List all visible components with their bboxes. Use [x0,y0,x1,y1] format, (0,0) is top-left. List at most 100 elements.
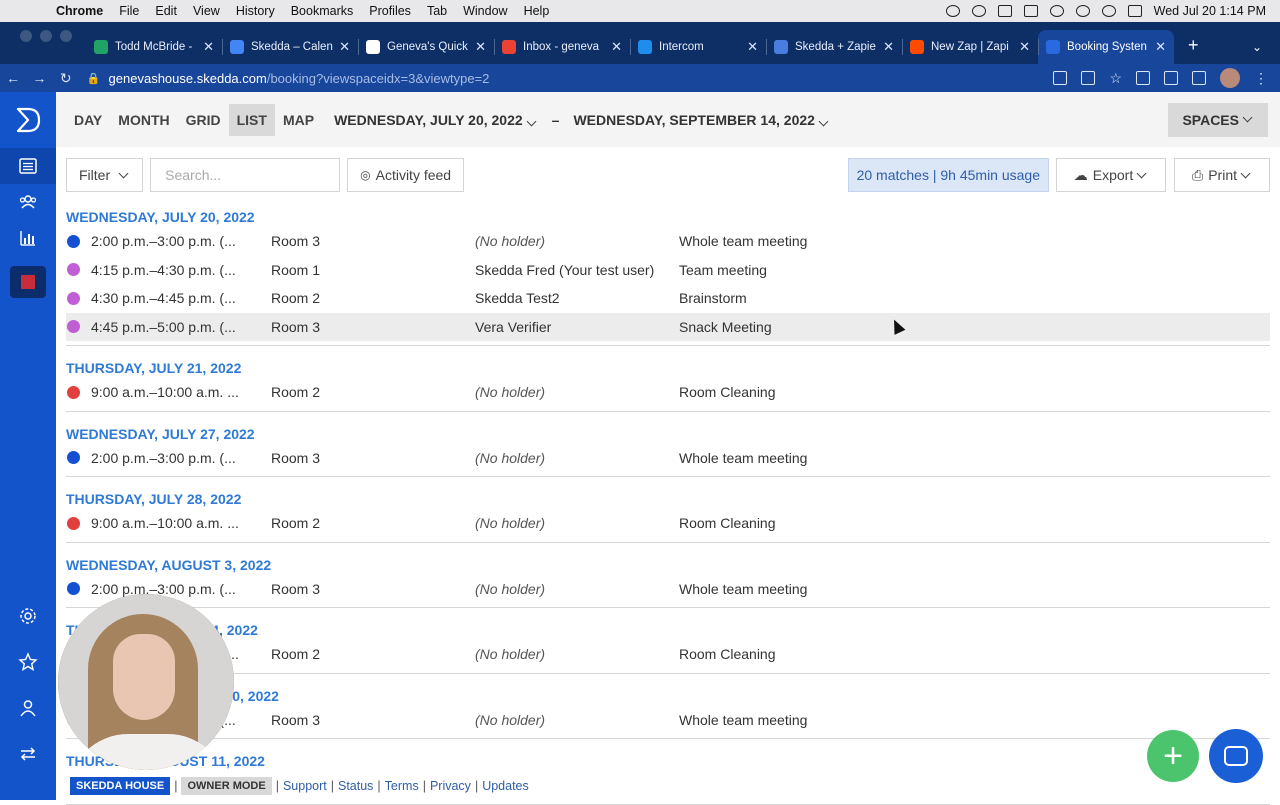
install-app-icon[interactable] [1053,71,1068,85]
menu-history[interactable]: History [228,4,283,18]
booking-holder: (No holder) [475,515,546,532]
menu-view[interactable]: View [185,4,228,18]
mode-badge[interactable]: OWNER MODE [181,777,272,795]
doc-favicon-icon [366,40,380,54]
menu-window[interactable]: Window [455,4,515,18]
booking-row[interactable]: 2:00 p.m.–3:00 p.m. (...Room 3(No holder… [66,444,1270,473]
browser-tab-active[interactable]: Booking Systen ✕ [1038,30,1174,64]
browser-tab[interactable]: Inbox - geneva ✕ [494,30,630,64]
view-grid-button[interactable]: GRID [178,104,229,136]
switch-arrows-icon[interactable] [0,736,56,772]
puzzle-extensions-icon[interactable] [1164,71,1179,85]
menu-app-name[interactable]: Chrome [48,4,111,18]
browser-tab[interactable]: Todd McBride - ✕ [86,30,222,64]
updates-link[interactable]: Updates [482,779,529,793]
view-map-button[interactable]: MAP [275,104,322,136]
settings-gear-icon[interactable] [0,598,56,634]
spotlight-search-icon[interactable] [1101,5,1116,17]
forward-arrow-icon[interactable]: → [26,70,52,86]
booking-row[interactable]: 2:00 p.m.–3:00 p.m. (...Room 3(No holder… [66,706,1270,735]
skedda-logo-icon[interactable] [0,92,56,148]
view-list-button[interactable]: LIST [228,103,275,136]
close-window-button[interactable] [20,30,32,42]
browser-tab[interactable]: Skedda + Zapie ✕ [766,30,902,64]
close-tab-icon[interactable]: ✕ [339,39,350,55]
accessibility-status-icon[interactable] [971,5,986,17]
start-date-picker[interactable]: WEDNESDAY, JULY 20, 2022 [334,112,538,128]
terms-link[interactable]: Terms [385,779,419,793]
chat-support-button[interactable] [1209,729,1263,783]
browser-tab[interactable]: Skedda – Calen ✕ [222,30,358,64]
favorites-star-icon[interactable] [0,644,56,680]
booking-row[interactable]: 2:00 p.m.–3:00 p.m. (...Room 3(No holder… [66,575,1270,604]
browser-tab[interactable]: Geneva's Quick ✕ [358,30,494,64]
bookmark-star-icon[interactable]: ☆ [1109,70,1122,87]
address-bar[interactable]: 🔒 genevashouse.skedda.com/booking?viewsp… [87,66,1054,90]
battery-icon[interactable] [1023,5,1038,17]
extension-status-icon[interactable] [945,5,960,17]
booking-row[interactable]: 9:00 a.m.–10:00 a.m. ...Room 2(No holder… [66,640,1270,669]
user-profile-icon[interactable] [0,690,56,726]
chat-icon [1224,746,1248,766]
browser-tab[interactable]: Intercom ✕ [630,30,766,64]
print-button[interactable]: ⎙ Print [1174,158,1270,192]
record-stop-icon[interactable] [10,266,46,298]
close-tab-icon[interactable]: ✕ [883,39,894,55]
control-center-icon[interactable] [1127,5,1142,17]
footer-separator: | [377,779,381,793]
filter-button[interactable]: Filter [66,158,144,192]
search-input[interactable] [150,158,341,192]
view-day-button[interactable]: DAY [66,104,110,136]
bluetooth-icon[interactable] [997,5,1012,17]
close-tab-icon[interactable]: ✕ [203,39,214,55]
menu-help[interactable]: Help [516,4,558,18]
export-button[interactable]: ☁ Export [1056,158,1166,192]
booking-row[interactable]: 9:00 a.m.–10:00 a.m. ...Room 2(No holder… [66,509,1270,538]
menu-edit[interactable]: Edit [147,4,185,18]
view-month-button[interactable]: MONTH [110,104,177,136]
booking-row[interactable]: 2:00 p.m.–3:00 p.m. (...Room 3(No holder… [66,227,1270,256]
booking-space: Room 2 [271,515,321,532]
booking-row[interactable]: 9:00 a.m.–10:00 a.m. ...Room 2(No holder… [66,378,1270,407]
reload-icon[interactable]: ↻ [53,70,79,87]
venue-badge[interactable]: SKEDDA HOUSE [70,777,171,795]
close-tab-icon[interactable]: ✕ [475,39,486,55]
tab-search-chevron-icon[interactable]: ⌄ [1252,40,1280,64]
booking-row[interactable]: 4:15 p.m.–4:30 p.m. (... Room 1 Skedda Fre… [66,256,1270,285]
booking-title: Whole team meeting [679,233,808,250]
activity-feed-button[interactable]: ◎ Activity feed [347,158,465,192]
close-tab-icon[interactable]: ✕ [747,39,758,55]
menu-bookmarks[interactable]: Bookmarks [283,4,362,18]
status-link[interactable]: Status [338,779,373,793]
users-icon[interactable] [0,184,56,220]
list-view-icon[interactable] [0,148,56,184]
browser-tab[interactable]: New Zap | Zapi ✕ [902,30,1038,64]
privacy-link[interactable]: Privacy [430,779,471,793]
support-link[interactable]: Support [283,779,327,793]
chrome-menu-icon[interactable]: ⋮ [1254,70,1268,87]
end-date-picker[interactable]: WEDNESDAY, SEPTEMBER 14, 2022 [573,112,829,128]
user-switch-icon[interactable] [1075,5,1090,17]
spaces-dropdown[interactable]: SPACES [1168,102,1268,137]
lock-icon[interactable]: 🔒 [87,72,101,85]
side-panel-icon[interactable] [1192,71,1207,85]
extension-dots-icon[interactable] [1136,71,1151,85]
profile-avatar[interactable] [1220,68,1241,88]
menu-file[interactable]: File [111,4,147,18]
new-tab-icon[interactable]: + [1174,35,1213,64]
back-arrow-icon[interactable]: ← [0,70,26,86]
analytics-chart-icon[interactable] [0,220,56,256]
maximize-window-button[interactable] [60,30,72,42]
minimize-window-button[interactable] [40,30,52,42]
share-icon[interactable] [1081,71,1096,85]
menu-profiles[interactable]: Profiles [361,4,419,18]
add-booking-button[interactable]: + [1147,730,1199,782]
booking-row[interactable]: 4:30 p.m.–4:45 p.m. (... Room 2 Skedda Tes… [66,284,1270,313]
booking-row[interactable]: 4:45 p.m.–5:00 p.m. (... Room 3 Vera Verif… [66,312,1270,341]
wifi-icon[interactable] [1049,5,1064,17]
close-tab-icon[interactable]: ✕ [1155,39,1166,55]
close-tab-icon[interactable]: ✕ [1019,39,1030,55]
menubar-clock[interactable]: Wed Jul 20 1:14 PM [1154,4,1266,18]
close-tab-icon[interactable]: ✕ [611,39,622,55]
menu-tab[interactable]: Tab [419,4,455,18]
